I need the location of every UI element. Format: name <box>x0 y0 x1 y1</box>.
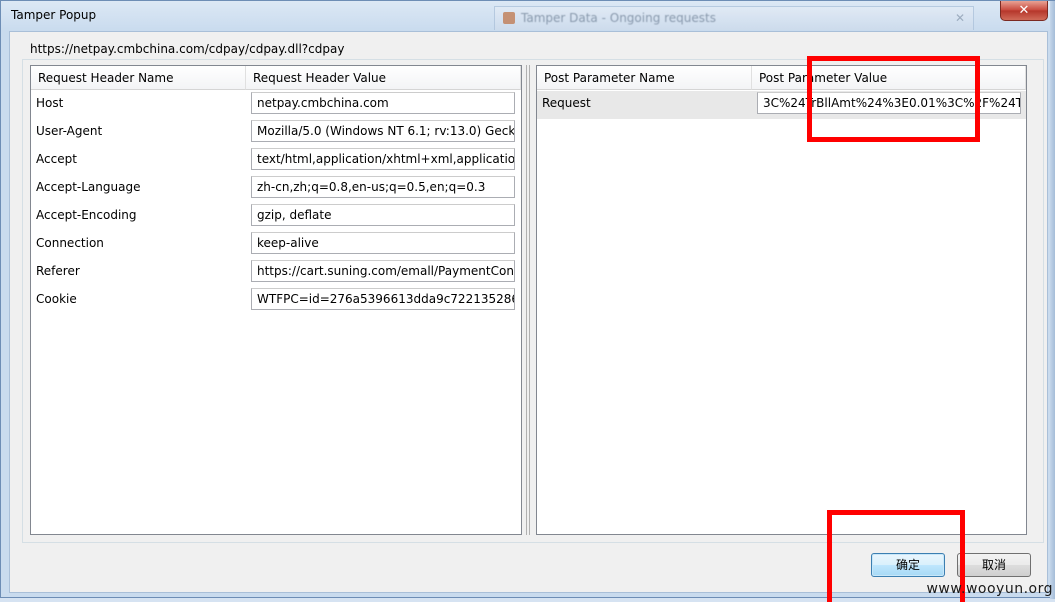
header-value-input[interactable]: Mozilla/5.0 (Windows NT 6.1; rv:13.0) Ge… <box>251 120 515 142</box>
highlight-box-post-value <box>807 56 980 142</box>
background-window-title: Tamper Data - Ongoing requests <box>521 11 716 25</box>
table-row: Accept text/html,application/xhtml+xml,a… <box>31 147 521 175</box>
col-header-post-parameter-name[interactable]: Post Parameter Name <box>537 66 752 90</box>
table-row: Connection keep-alive <box>31 231 521 259</box>
header-name: Connection <box>36 236 104 250</box>
table-row: Cookie WTFPC=id=276a5396613dda9c72213528… <box>31 287 521 315</box>
tamper-data-icon <box>503 12 515 24</box>
header-value-input[interactable]: keep-alive <box>251 232 515 254</box>
header-value-input[interactable]: zh-cn,zh;q=0.8,en-us;q=0.5,en;q=0.3 <box>251 176 515 198</box>
request-url: https://netpay.cmbchina.com/cdpay/cdpay.… <box>30 42 345 56</box>
header-name: Referer <box>36 264 80 278</box>
header-name: Cookie <box>36 292 77 306</box>
header-name: Host <box>36 96 64 110</box>
col-header-request-header-name[interactable]: Request Header Name <box>31 66 246 90</box>
watermark: www.wooyun.org <box>926 581 1053 597</box>
panel-splitter[interactable] <box>524 65 532 535</box>
header-value-input[interactable]: WTFPC=id=276a5396613dda9c72213528604 <box>251 288 515 310</box>
header-name: Accept-Language <box>36 180 141 194</box>
header-name: Accept-Encoding <box>36 208 137 222</box>
background-close-icon: ✕ <box>954 11 965 25</box>
window-title: Tamper Popup <box>11 8 97 22</box>
close-button[interactable]: ✕ <box>1000 1 1048 21</box>
title-bar[interactable]: Tamper Popup Tamper Data - Ongoing reque… <box>1 1 1054 31</box>
request-headers-table: Request Header Name Request Header Value… <box>30 65 522 535</box>
window-edge <box>1050 1 1055 599</box>
col-header-request-header-value[interactable]: Request Header Value <box>246 66 521 90</box>
table-row: Accept-Encoding gzip, deflate <box>31 203 521 231</box>
header-value-input[interactable]: text/html,application/xhtml+xml,applicat… <box>251 148 515 170</box>
table-row: Referer https://cart.suning.com/emall/Pa… <box>31 259 521 287</box>
table-row: Accept-Language zh-cn,zh;q=0.8,en-us;q=0… <box>31 175 521 203</box>
header-name: User-Agent <box>36 124 103 138</box>
header-value-input[interactable]: netpay.cmbchina.com <box>251 92 515 114</box>
header-value-input[interactable]: gzip, deflate <box>251 204 515 226</box>
header-name: Accept <box>36 152 77 166</box>
post-parameter-name: Request <box>542 96 591 110</box>
cancel-button[interactable]: 取消 <box>957 553 1031 577</box>
header-value-input[interactable]: https://cart.suning.com/emall/PaymentCon… <box>251 260 515 282</box>
table-row: User-Agent Mozilla/5.0 (Windows NT 6.1; … <box>31 119 521 147</box>
background-window-titlebar: Tamper Data - Ongoing requests ✕ <box>494 6 974 30</box>
table-row: Host netpay.cmbchina.com <box>31 91 521 119</box>
